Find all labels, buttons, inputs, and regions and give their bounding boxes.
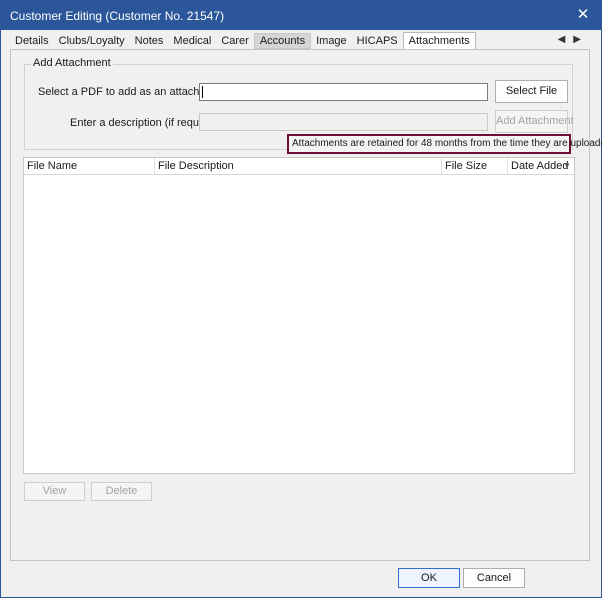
- customer-editing-window: Customer Editing (Customer No. 21547) ✕ …: [0, 0, 602, 598]
- retention-notice: Attachments are retained for 48 months f…: [287, 134, 602, 154]
- column-date-added-label: Date Added: [511, 160, 569, 172]
- add-attachment-button[interactable]: Add Attachment: [495, 110, 574, 133]
- view-button[interactable]: View: [24, 482, 85, 501]
- sort-descending-icon: ▼: [563, 161, 571, 170]
- delete-button[interactable]: Delete: [91, 482, 152, 501]
- tab-scroll-left-icon[interactable]: ◀: [558, 34, 574, 45]
- tab-carer[interactable]: Carer: [216, 33, 254, 49]
- tab-accounts[interactable]: Accounts: [253, 33, 312, 49]
- tab-scroll-buttons: ◀▶: [558, 34, 589, 45]
- grid-header: File Name File Description File Size Dat…: [24, 158, 574, 175]
- tab-hicaps[interactable]: HICAPS: [352, 33, 403, 49]
- select-file-button[interactable]: Select File: [495, 80, 568, 103]
- select-pdf-label: Select a PDF to add as an attachment: [38, 86, 224, 98]
- pdf-path-input[interactable]: [199, 83, 488, 101]
- column-file-size[interactable]: File Size: [442, 158, 508, 174]
- tab-details[interactable]: Details: [10, 33, 54, 49]
- tab-medical[interactable]: Medical: [168, 33, 216, 49]
- tab-clubs-loyalty[interactable]: Clubs/Loyalty: [54, 33, 130, 49]
- tab-attachments[interactable]: Attachments: [402, 32, 476, 49]
- window-title: Customer Editing (Customer No. 21547): [10, 9, 225, 23]
- tab-notes[interactable]: Notes: [130, 33, 169, 49]
- ok-button[interactable]: OK: [398, 568, 460, 588]
- title-bar: Customer Editing (Customer No. 21547) ✕: [1, 1, 601, 30]
- column-file-name[interactable]: File Name: [24, 158, 155, 174]
- column-file-description[interactable]: File Description: [155, 158, 442, 174]
- tab-scroll-right-icon[interactable]: ▶: [573, 34, 589, 45]
- close-icon[interactable]: ✕: [569, 2, 597, 28]
- text-caret: [202, 86, 203, 98]
- description-input[interactable]: [199, 113, 488, 131]
- cancel-button[interactable]: Cancel: [463, 568, 525, 588]
- column-date-added[interactable]: Date Added ▼: [508, 158, 574, 174]
- tab-strip: Details Clubs/Loyalty Notes Medical Care…: [10, 32, 476, 49]
- add-attachment-group-label: Add Attachment: [31, 57, 113, 69]
- attachments-panel: Add Attachment Select a PDF to add as an…: [10, 49, 602, 561]
- tab-image[interactable]: Image: [311, 33, 352, 49]
- attachments-grid[interactable]: File Name File Description File Size Dat…: [23, 157, 575, 474]
